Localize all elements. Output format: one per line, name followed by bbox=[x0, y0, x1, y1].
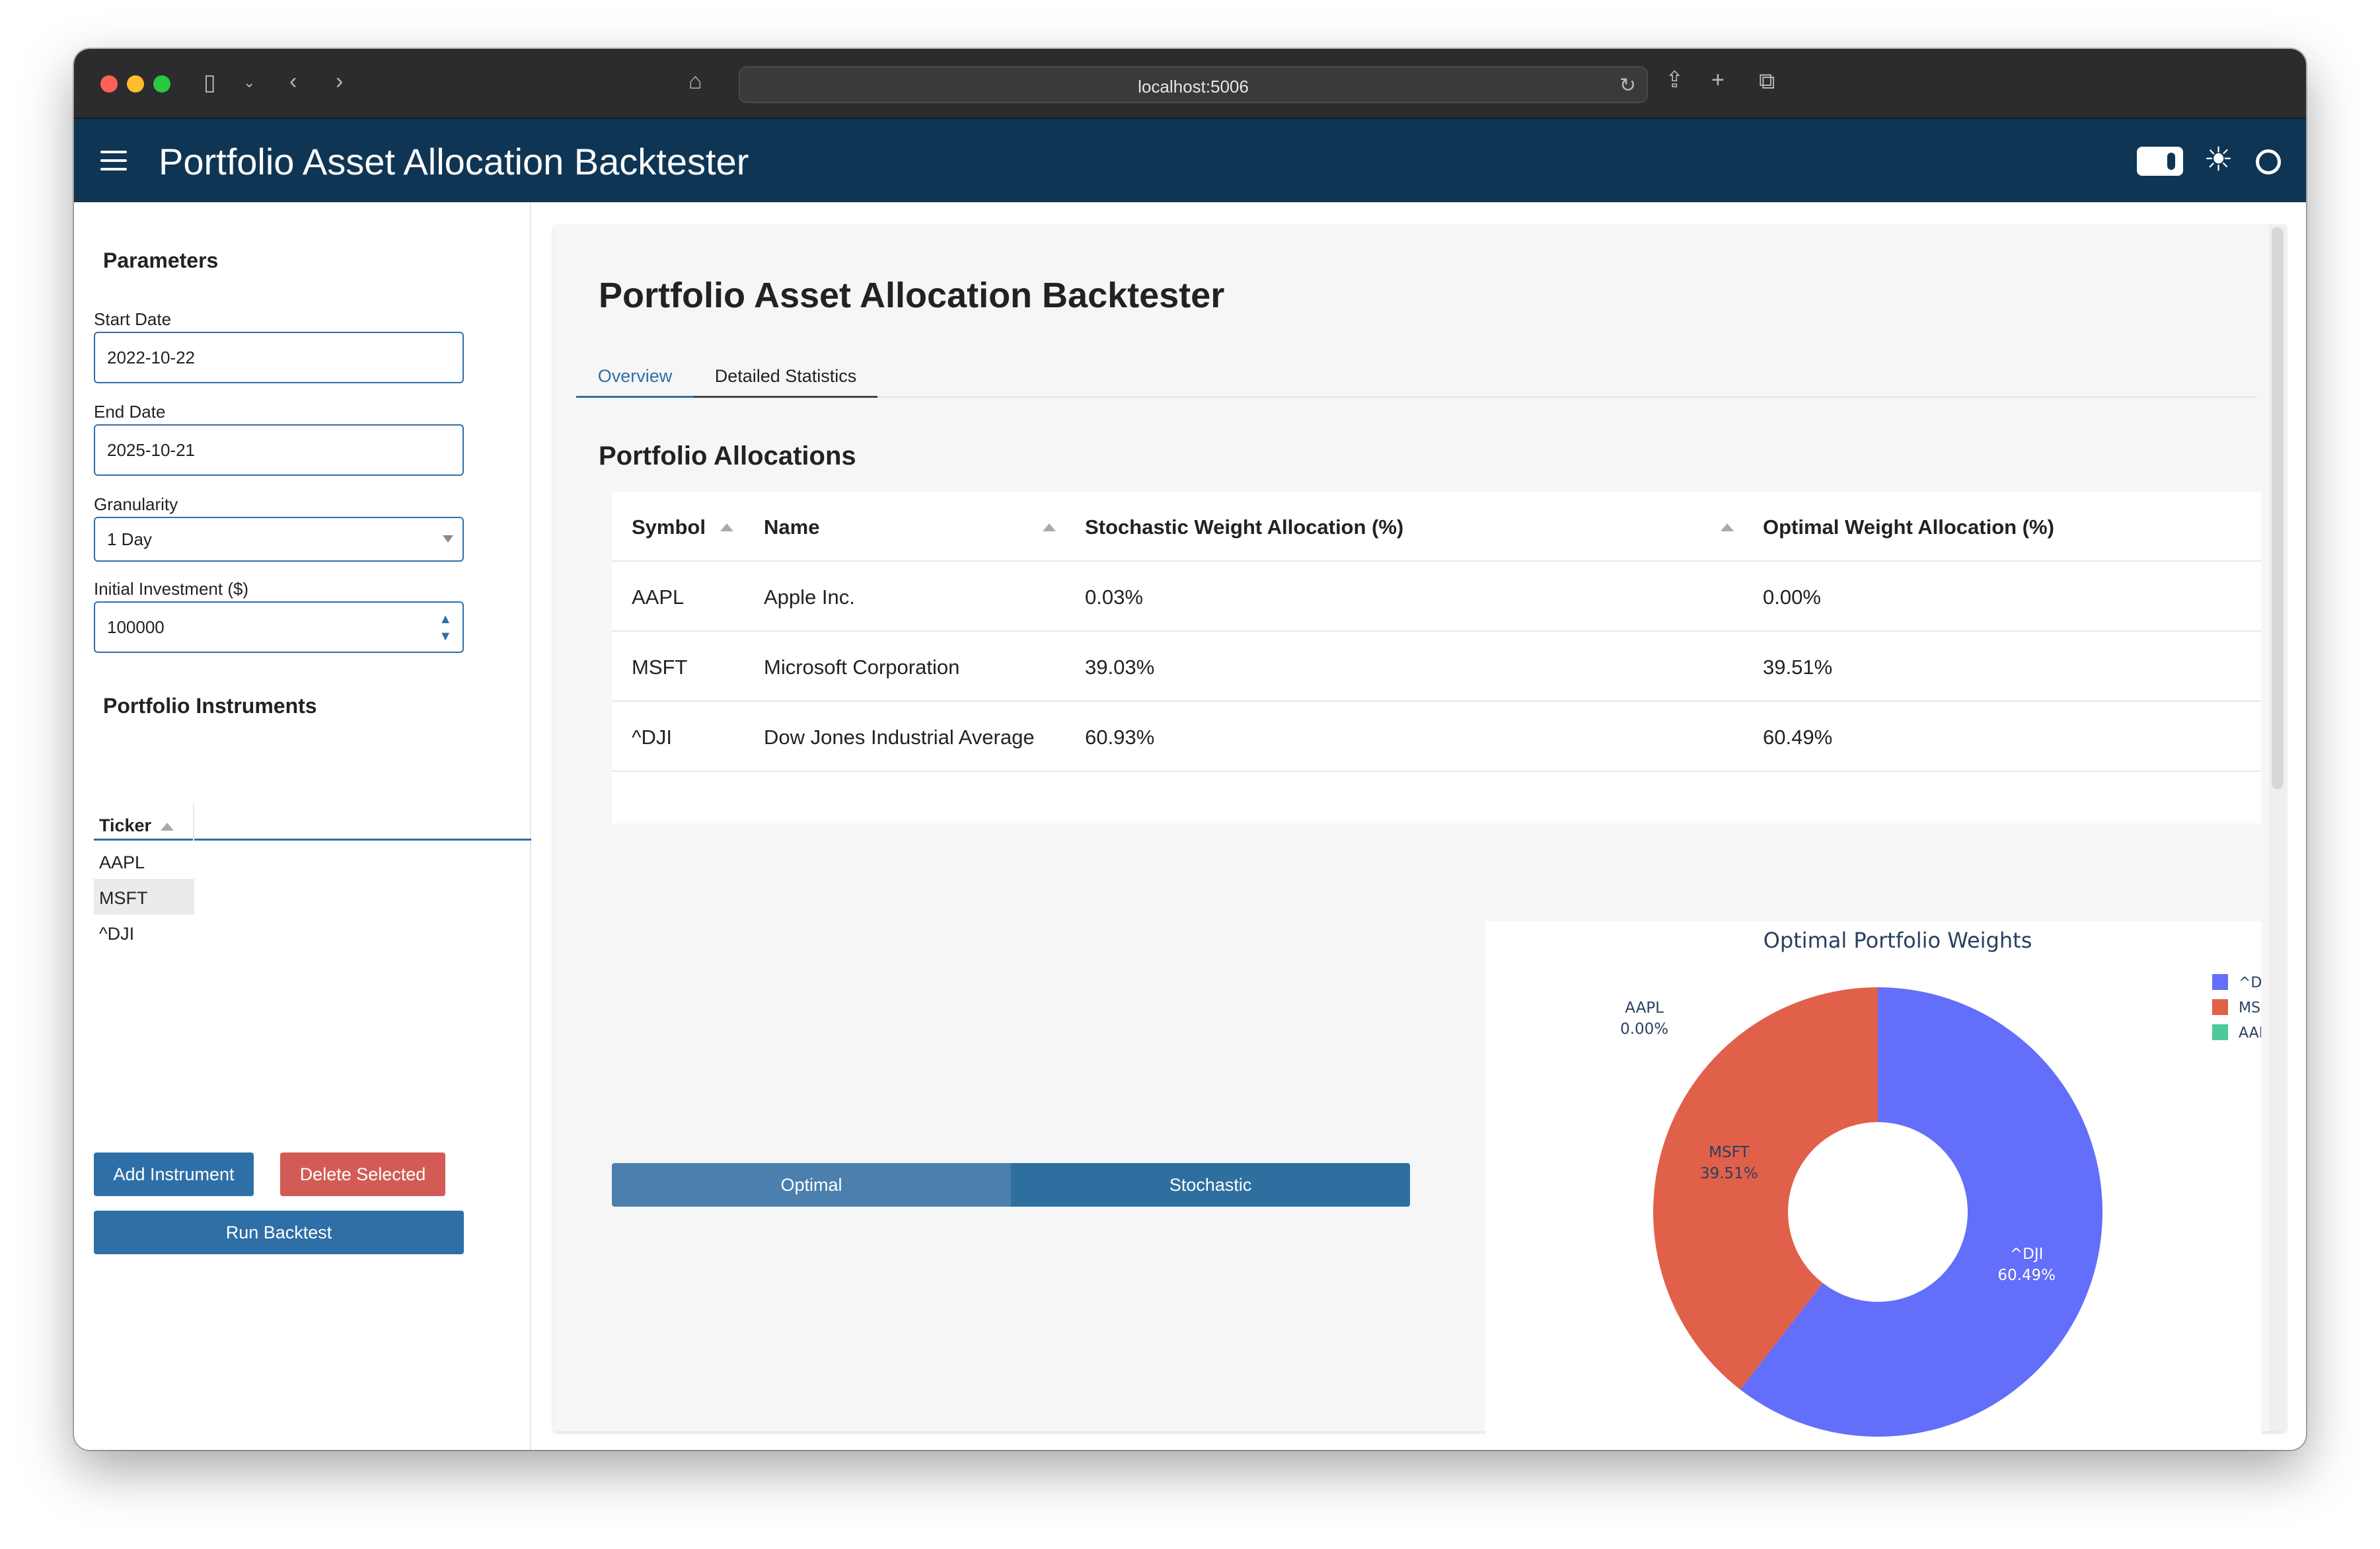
back-icon[interactable]: ‹ bbox=[289, 70, 297, 93]
cell-optimal: 0.00% bbox=[1763, 586, 1821, 609]
menu-icon[interactable] bbox=[100, 151, 127, 170]
cell-symbol: ^DJI bbox=[632, 726, 673, 749]
ticker-row[interactable]: AAPL bbox=[94, 843, 194, 879]
sort-icon[interactable] bbox=[1043, 523, 1056, 531]
legend-label-dji[interactable]: ^DJI bbox=[2239, 975, 2261, 991]
share-icon[interactable]: ⇪ bbox=[1665, 69, 1684, 91]
optimal-column-header[interactable]: Optimal Weight Allocation (%) bbox=[1763, 515, 2054, 539]
cell-stochastic: 0.03% bbox=[1085, 586, 1143, 609]
optimal-toggle-button[interactable]: Optimal bbox=[612, 1163, 1011, 1207]
table-header: Symbol Name Stochastic Weight Allocation… bbox=[612, 492, 2261, 562]
scroll-thumb[interactable] bbox=[2272, 227, 2284, 789]
cell-symbol: MSFT bbox=[632, 656, 688, 679]
cell-name: Dow Jones Industrial Average bbox=[764, 726, 1035, 749]
chevron-down-icon bbox=[443, 535, 453, 543]
scrollbar[interactable] bbox=[2269, 225, 2286, 1431]
maximize-window-button[interactable] bbox=[153, 75, 170, 93]
name-column-header[interactable]: Name bbox=[764, 515, 819, 539]
allocations-table: Symbol Name Stochastic Weight Allocation… bbox=[612, 492, 2261, 823]
reload-icon[interactable]: ↻ bbox=[1619, 74, 1636, 97]
slice-value-dji: 60.49% bbox=[1997, 1267, 2056, 1284]
forward-icon[interactable]: › bbox=[336, 70, 343, 93]
cell-stochastic: 39.03% bbox=[1085, 656, 1155, 679]
pie-chart-card: Optimal Portfolio Weights ^DJI 60.49% MSFT… bbox=[1485, 921, 2261, 1450]
investment-input[interactable]: 100000 ▲ ▼ bbox=[94, 601, 464, 653]
cell-name: Apple Inc. bbox=[764, 586, 855, 609]
cell-optimal: 39.51% bbox=[1763, 656, 1833, 679]
granularity-select[interactable]: 1 Day bbox=[94, 517, 464, 562]
app-title: Portfolio Asset Allocation Backtester bbox=[159, 141, 749, 182]
minimize-window-button[interactable] bbox=[127, 75, 144, 93]
slice-value-aapl: 0.00% bbox=[1620, 1021, 1668, 1038]
cell-name: Microsoft Corporation bbox=[764, 656, 960, 679]
cell-symbol: AAPL bbox=[632, 586, 685, 609]
cell-optimal: 60.49% bbox=[1763, 726, 1833, 749]
pie-chart[interactable]: Optimal Portfolio Weights ^DJI 60.49% MSFT… bbox=[1485, 921, 2261, 1450]
close-window-button[interactable] bbox=[100, 75, 118, 93]
weights-toggle: Optimal Stochastic bbox=[612, 1163, 1410, 1207]
slice-label-msft: MSFT bbox=[1709, 1144, 1750, 1161]
investment-label: Initial Investment ($) bbox=[94, 579, 249, 599]
table-row[interactable]: ^DJI Dow Jones Industrial Average 60.93%… bbox=[612, 702, 2261, 772]
main-panel: Portfolio Asset Allocation Backtester Ov… bbox=[554, 225, 2286, 1450]
tab-bar: Overview Detailed Statistics bbox=[576, 354, 2257, 398]
stochastic-toggle-button[interactable]: Stochastic bbox=[1011, 1163, 1410, 1207]
stepper-icon[interactable]: ▲ ▼ bbox=[439, 611, 452, 645]
table-row[interactable]: AAPL Apple Inc. 0.03% 0.00% bbox=[612, 562, 2261, 632]
slice-label-aapl: AAPL bbox=[1625, 1000, 1664, 1017]
legend-swatch-aapl[interactable] bbox=[2212, 1024, 2228, 1040]
legend-label-aapl[interactable]: AAPL bbox=[2239, 1025, 2261, 1041]
chevron-down-icon[interactable]: ⌄ bbox=[243, 75, 255, 90]
ticker-header-label: Ticker bbox=[99, 815, 152, 835]
ticker-row[interactable]: ^DJI bbox=[94, 915, 194, 950]
theme-toggle[interactable] bbox=[2137, 147, 2183, 176]
sun-icon: ☀ bbox=[2204, 141, 2233, 178]
start-date-label: Start Date bbox=[94, 309, 172, 329]
chart-title: Optimal Portfolio Weights bbox=[1764, 928, 2032, 953]
instruments-title: Portfolio Instruments bbox=[103, 694, 317, 718]
tab-overview[interactable]: Overview bbox=[576, 354, 694, 398]
sidebar: Parameters Start Date 2022-10-22 End Dat… bbox=[74, 202, 531, 1450]
sort-icon[interactable] bbox=[1721, 523, 1734, 531]
granularity-value: 1 Day bbox=[107, 529, 152, 549]
ticker-column-header[interactable]: Ticker bbox=[94, 804, 194, 841]
app-header: Portfolio Asset Allocation Backtester ☀ bbox=[74, 119, 2306, 202]
parameters-title: Parameters bbox=[103, 248, 219, 272]
browser-toolbar: ▯ ⌄ ‹ › ⌂ localhost:5006 ↻ ⇪ + ⧉ bbox=[74, 49, 2306, 119]
status-circle-icon bbox=[2256, 149, 2281, 174]
run-backtest-button[interactable]: Run Backtest bbox=[94, 1211, 464, 1254]
new-tab-icon[interactable]: + bbox=[1711, 69, 1725, 91]
delete-selected-button[interactable]: Delete Selected bbox=[280, 1152, 445, 1196]
ticker-table-header: Ticker bbox=[94, 804, 531, 841]
sidebar-toggle-icon[interactable]: ▯ bbox=[204, 71, 216, 94]
slice-label-dji: ^DJI bbox=[2010, 1246, 2044, 1263]
slice-value-msft: 39.51% bbox=[1700, 1165, 1758, 1182]
add-instrument-button[interactable]: Add Instrument bbox=[94, 1152, 254, 1196]
cell-stochastic: 60.93% bbox=[1085, 726, 1155, 749]
allocations-title: Portfolio Allocations bbox=[599, 441, 856, 471]
ticker-row-selected[interactable]: MSFT bbox=[94, 879, 194, 915]
investment-value: 100000 bbox=[107, 617, 165, 637]
stochastic-column-header[interactable]: Stochastic Weight Allocation (%) bbox=[1085, 515, 1403, 539]
start-date-input[interactable]: 2022-10-22 bbox=[94, 332, 464, 383]
page-title: Portfolio Asset Allocation Backtester bbox=[599, 276, 1225, 315]
sort-icon[interactable] bbox=[720, 523, 733, 531]
end-date-input[interactable]: 2025-10-21 bbox=[94, 424, 464, 476]
symbol-column-header[interactable]: Symbol bbox=[632, 515, 706, 539]
sort-icon[interactable] bbox=[161, 822, 174, 831]
home-icon[interactable]: ⌂ bbox=[688, 70, 702, 93]
granularity-label: Granularity bbox=[94, 494, 178, 514]
legend-swatch-msft[interactable] bbox=[2212, 999, 2228, 1015]
tab-detailed-statistics[interactable]: Detailed Statistics bbox=[694, 354, 877, 398]
legend-swatch-dji[interactable] bbox=[2212, 974, 2228, 990]
legend-label-msft[interactable]: MSFT bbox=[2239, 1000, 2261, 1016]
browser-window: ▯ ⌄ ‹ › ⌂ localhost:5006 ↻ ⇪ + ⧉ Portfol… bbox=[74, 49, 2306, 1450]
address-bar[interactable]: localhost:5006 ↻ bbox=[739, 66, 1648, 103]
end-date-label: End Date bbox=[94, 402, 166, 422]
url-text: localhost:5006 bbox=[1138, 77, 1249, 96]
table-row[interactable]: MSFT Microsoft Corporation 39.03% 39.51% bbox=[612, 632, 2261, 702]
tabs-overview-icon[interactable]: ⧉ bbox=[1759, 70, 1775, 93]
